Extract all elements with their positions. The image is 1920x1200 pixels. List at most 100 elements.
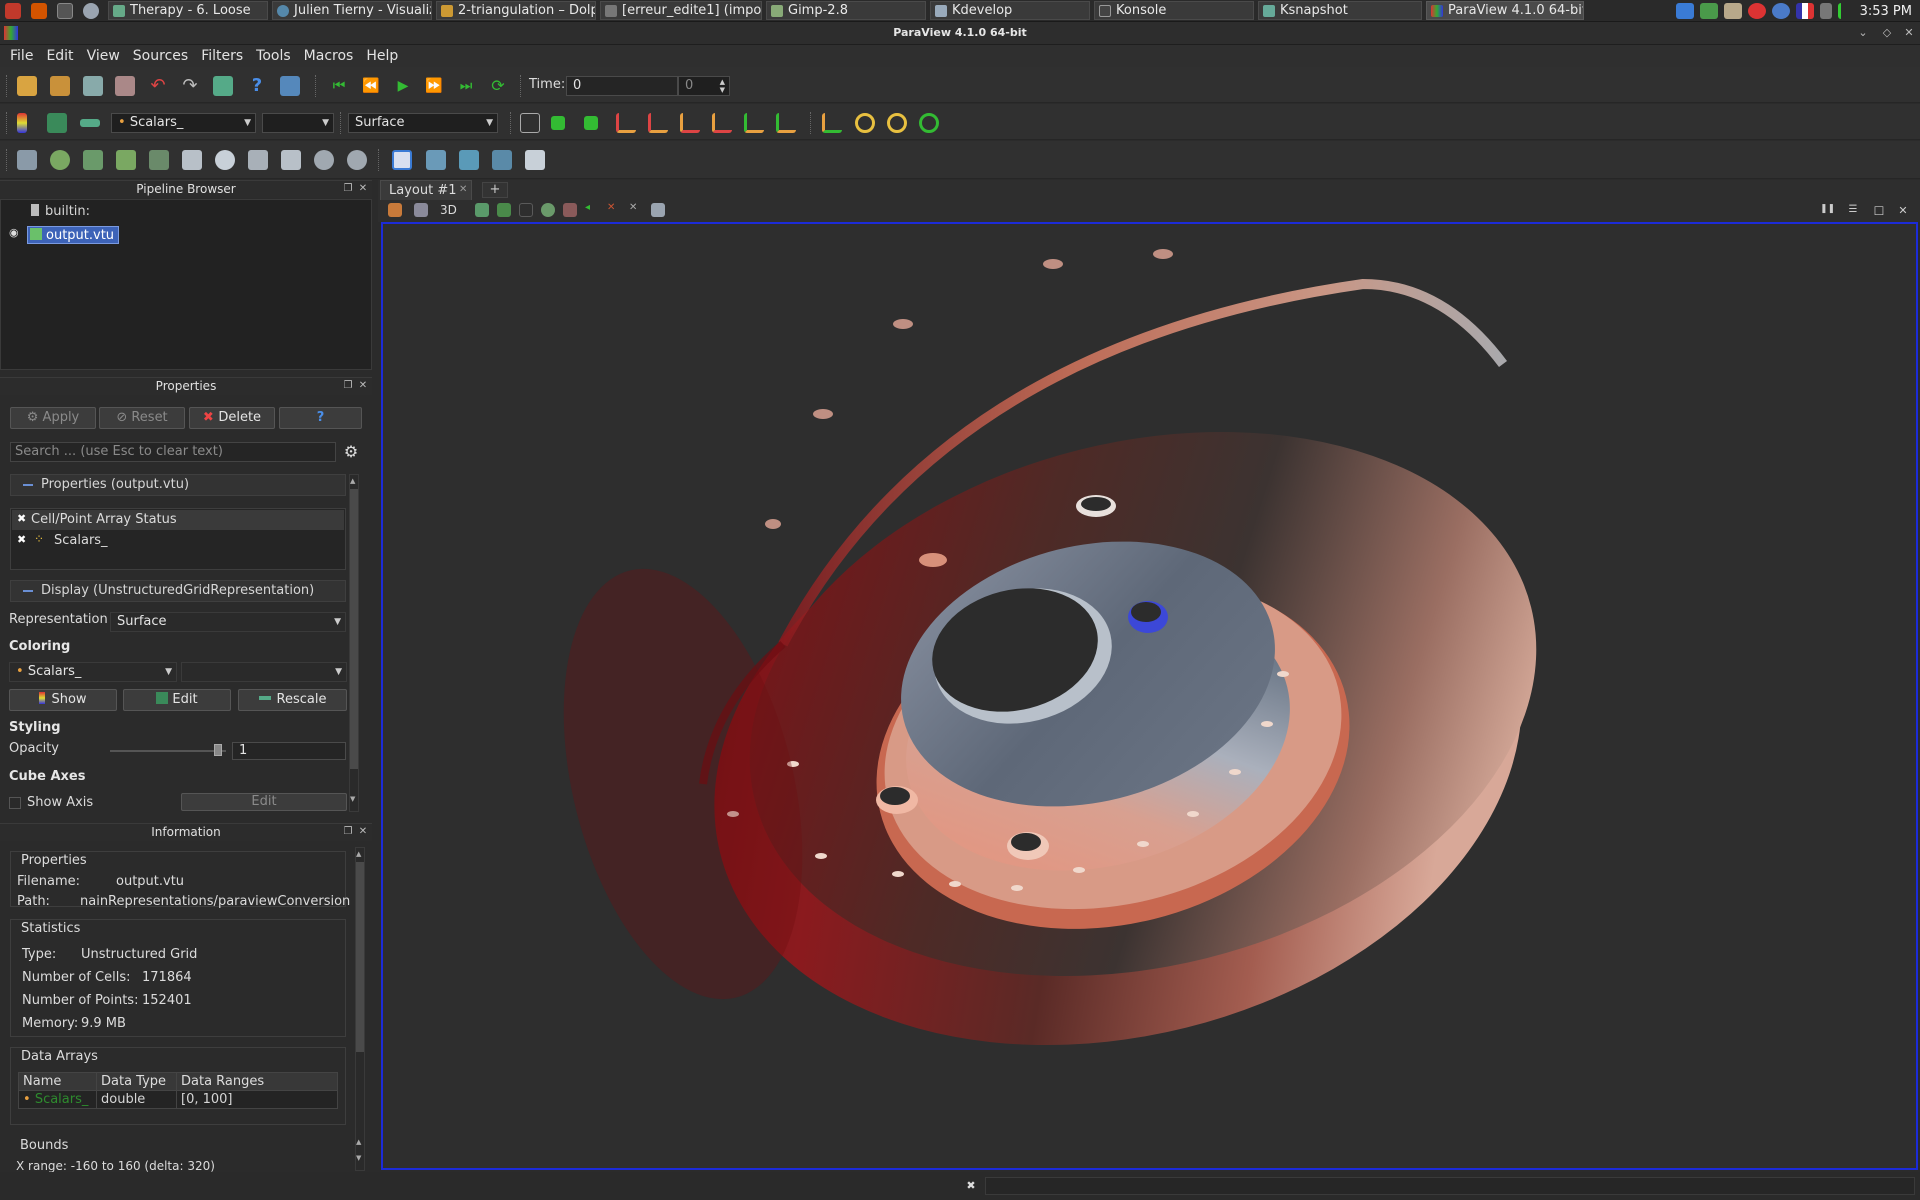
threshold-icon[interactable] <box>149 150 169 170</box>
close-icon[interactable]: ✕ <box>1902 26 1916 40</box>
menu-macros[interactable]: Macros <box>304 48 354 64</box>
task-dolphin[interactable]: 2-triangulation – Dolp <box>436 1 596 20</box>
properties-help-button[interactable]: ? <box>279 407 362 429</box>
rescale-range-icon[interactable] <box>80 119 100 127</box>
hover-points-icon[interactable] <box>651 203 665 217</box>
column-header-type[interactable]: Data Type <box>96 1072 177 1091</box>
capture-screenshot-icon[interactable] <box>388 203 402 217</box>
shrink-selection-icon[interactable]: ✕ <box>607 202 615 213</box>
close-panel-icon[interactable]: ✕ <box>357 183 369 195</box>
view-plus-z-icon[interactable] <box>744 113 764 133</box>
rotate-90-ccw-icon[interactable] <box>887 113 907 133</box>
time-step-spinbox[interactable]: 0 ▲ ▼ <box>678 76 730 96</box>
show-axis-checkbox[interactable] <box>9 797 21 809</box>
next-frame-icon[interactable]: ⏩ <box>424 76 444 96</box>
plot-data-icon[interactable] <box>492 150 512 170</box>
help-icon[interactable]: ? <box>247 76 267 96</box>
scrollbar-thumb[interactable] <box>350 489 358 769</box>
checkbox-icon[interactable]: ✖ <box>17 512 26 525</box>
terminal-launcher-icon[interactable] <box>52 1 78 21</box>
advanced-gear-icon[interactable]: ⚙ <box>341 442 361 462</box>
pipeline-tree[interactable]: builtin: ◉ output.vtu <box>0 199 372 370</box>
view-plus-x-icon[interactable] <box>616 113 636 133</box>
pipeline-item-output-vtu[interactable]: output.vtu <box>27 226 120 244</box>
undo-icon[interactable]: ↶ <box>148 76 168 96</box>
battery-icon[interactable] <box>1819 3 1832 19</box>
flag-icon[interactable] <box>1795 3 1814 19</box>
reset-camera-icon[interactable] <box>520 113 540 133</box>
scroll-up-icon[interactable]: ▲ <box>356 1138 364 1148</box>
orientation-axes-icon[interactable] <box>822 113 842 133</box>
select-block-icon[interactable] <box>541 203 555 217</box>
interactive-select-icon[interactable] <box>563 203 577 217</box>
view-minus-y-icon[interactable] <box>712 113 732 133</box>
section-properties[interactable]: Properties (output.vtu) <box>10 474 346 496</box>
kde-menu-icon[interactable] <box>0 1 26 21</box>
group-datasets-icon[interactable] <box>314 150 334 170</box>
open-recent-icon[interactable] <box>50 76 70 96</box>
volume-icon[interactable] <box>1837 3 1850 19</box>
reset-session-icon[interactable] <box>414 203 428 217</box>
task-konsole[interactable]: Konsole <box>1094 1 1254 20</box>
minimize-icon[interactable]: ⌄ <box>1856 26 1870 40</box>
loop-icon[interactable]: ⟳ <box>488 76 508 96</box>
drive-icon[interactable] <box>1723 3 1742 19</box>
updates-icon[interactable] <box>1699 3 1718 19</box>
select-frustum-icon[interactable] <box>519 203 533 217</box>
task-browser[interactable]: Julien Tierny - Visualiz <box>272 1 432 20</box>
extract-level-icon[interactable] <box>347 150 367 170</box>
float-panel-icon[interactable]: ❐ <box>342 183 354 195</box>
scalars-combo[interactable]: • Scalars_ ▼ <box>111 113 256 133</box>
color-legend-icon[interactable] <box>17 113 27 133</box>
stop-icon[interactable] <box>1747 3 1766 19</box>
opacity-slider-handle[interactable] <box>214 744 222 756</box>
cube-axes-edit-button[interactable]: Edit <box>181 793 347 811</box>
extract-selection-icon[interactable] <box>392 150 412 170</box>
float-panel-icon[interactable]: ❐ <box>342 826 354 838</box>
contour-icon[interactable] <box>50 150 70 170</box>
close-view-icon[interactable]: ✕ <box>1896 204 1910 218</box>
center-rotation-icon[interactable] <box>919 113 939 133</box>
coloring-array-combo[interactable]: • Scalars_ ▼ <box>9 662 177 682</box>
array-status-row[interactable]: ✖ ⁘ Scalars_ <box>12 531 344 551</box>
clear-selection-icon[interactable]: ✕ <box>629 202 637 213</box>
properties-search-input[interactable]: Search ... (use Esc to clear text) <box>10 442 336 462</box>
reset-button[interactable]: ⊘ Reset <box>99 407 185 429</box>
plot-over-line-icon[interactable] <box>459 150 479 170</box>
menu-filters[interactable]: Filters <box>201 48 243 64</box>
task-therapy[interactable]: Therapy - 6. Loose <box>108 1 268 20</box>
glyph-icon[interactable] <box>215 150 235 170</box>
first-frame-icon[interactable]: ⏮ <box>329 76 349 96</box>
column-header-name[interactable]: Name <box>18 1072 97 1091</box>
component-combo[interactable]: ▼ <box>262 113 334 133</box>
connect-icon[interactable] <box>213 76 233 96</box>
close-panel-icon[interactable]: ✕ <box>357 826 369 838</box>
apply-button[interactable]: ⚙ Apply <box>10 407 96 429</box>
table-row[interactable]: • Scalars_ double [0, 100] <box>18 1090 338 1109</box>
python-shell-icon[interactable] <box>280 76 300 96</box>
plot-selection-icon[interactable] <box>426 150 446 170</box>
scroll-up-icon[interactable]: ▲ <box>356 850 364 860</box>
array-status-header[interactable]: ✖ Cell/Point Array Status <box>12 510 344 530</box>
extract-subset-icon[interactable] <box>182 150 202 170</box>
close-panel-icon[interactable]: ✕ <box>357 380 369 392</box>
display-representation-combo[interactable]: Surface ▼ <box>110 612 346 632</box>
task-paraview[interactable]: ParaView 4.1.0 64-bit <box>1426 1 1584 20</box>
close-tab-icon[interactable]: ✕ <box>459 184 467 195</box>
menu-sources[interactable]: Sources <box>133 48 188 64</box>
save-state-icon[interactable] <box>115 76 135 96</box>
spreadsheet-icon[interactable] <box>525 150 545 170</box>
view-plus-y-icon[interactable] <box>680 113 700 133</box>
stream-tracer-icon[interactable] <box>248 150 268 170</box>
column-header-ranges[interactable]: Data Ranges <box>176 1072 338 1091</box>
calculator-icon[interactable] <box>17 150 37 170</box>
menu-edit[interactable]: Edit <box>46 48 73 64</box>
menu-help[interactable]: Help <box>366 48 398 64</box>
slice-icon[interactable] <box>116 150 136 170</box>
visibility-eye-icon[interactable]: ◉ <box>9 226 19 239</box>
section-display[interactable]: Display (UnstructuredGridRepresentation) <box>10 580 346 602</box>
information-scrollbar[interactable]: ▲ ▲ ▼ <box>355 847 365 1171</box>
add-tab-button[interactable]: + <box>482 182 508 198</box>
array-status-list[interactable]: ✖ Cell/Point Array Status ✖ ⁘ Scalars_ <box>10 508 346 570</box>
scroll-down-icon[interactable]: ▼ <box>356 1154 364 1164</box>
